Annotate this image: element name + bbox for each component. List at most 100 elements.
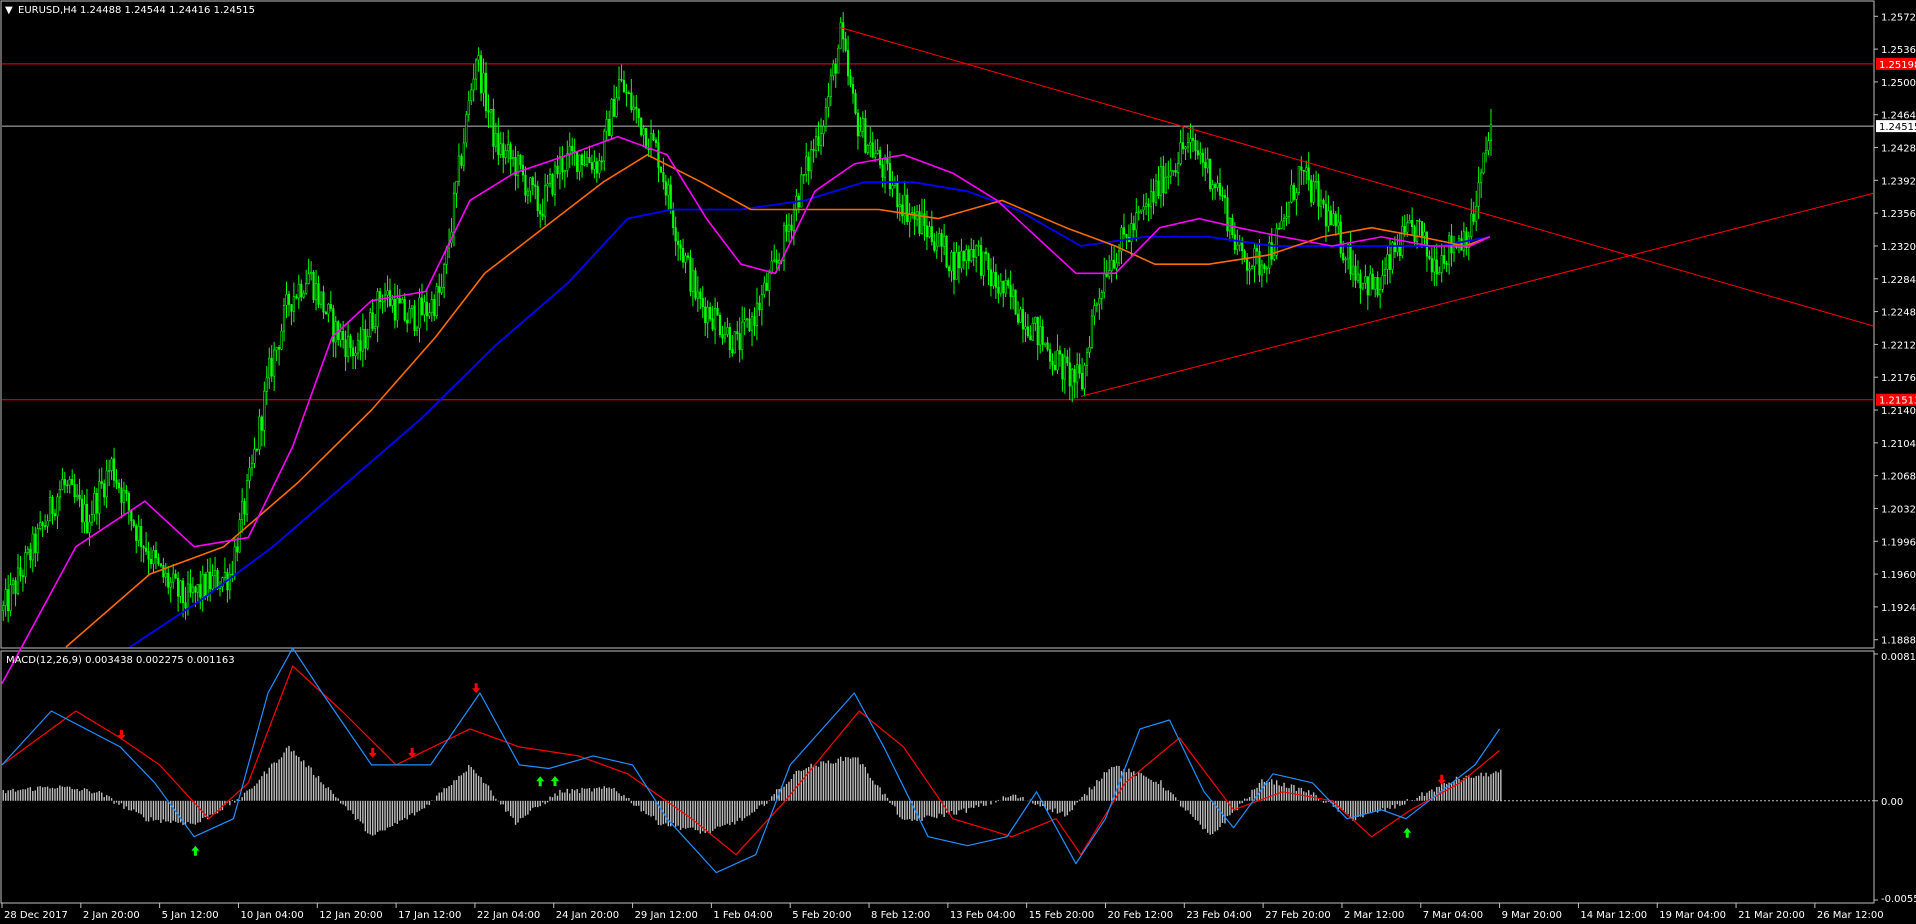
candle-body: [420, 297, 424, 315]
candle-body: [1174, 170, 1177, 173]
candle-body: [1317, 180, 1320, 207]
candle-body: [824, 107, 828, 127]
candle-body: [1066, 356, 1069, 364]
candle-body: [1428, 255, 1431, 259]
candle-body: [236, 546, 239, 553]
candle-body: [1263, 264, 1266, 270]
candle-body: [576, 150, 579, 172]
candle-body: [255, 448, 259, 451]
candle-body: [1477, 182, 1480, 207]
candle-body: [334, 321, 337, 343]
candle-body: [938, 233, 941, 247]
candle-body: [41, 522, 44, 526]
candle-body: [672, 209, 675, 228]
candle-body: [1095, 303, 1098, 306]
candle-body: [640, 117, 643, 136]
candle-body: [329, 304, 332, 309]
candle-body: [1292, 184, 1296, 200]
candle-body: [750, 316, 754, 331]
candle-body: [1369, 273, 1372, 296]
candle-body: [1342, 252, 1345, 261]
candle-body: [561, 156, 564, 173]
candle-body: [1189, 138, 1192, 143]
candle-body: [90, 514, 94, 523]
candle-body: [127, 493, 130, 511]
candle-body: [403, 299, 406, 321]
candle-body: [612, 99, 616, 117]
candle-body: [829, 75, 832, 97]
candle-body: [711, 318, 714, 330]
candle-body: [504, 150, 507, 158]
candle-body: [479, 55, 483, 94]
candle-body: [709, 306, 712, 320]
candle-body: [1322, 199, 1325, 205]
candle-body: [805, 156, 808, 175]
candle-body: [125, 489, 128, 494]
candle-body: [140, 526, 143, 547]
candle-body: [46, 520, 49, 527]
candle-body: [361, 328, 364, 352]
candle-body: [635, 106, 638, 110]
candle-body: [933, 241, 936, 251]
candle-body: [492, 109, 495, 147]
candle-body: [273, 349, 276, 377]
candle-body: [1218, 183, 1222, 196]
candle-body: [869, 142, 872, 146]
candle-body: [497, 133, 500, 155]
candle-body: [213, 570, 217, 577]
candle-body: [760, 294, 763, 311]
candle-body: [1223, 195, 1227, 198]
candle-body: [1058, 350, 1062, 355]
candle-body: [73, 484, 76, 498]
candle-body: [654, 139, 658, 144]
candle-body: [659, 166, 662, 173]
candle-body: [1327, 210, 1330, 227]
candle-body: [814, 136, 818, 151]
candle-body: [440, 287, 443, 293]
candle-body: [112, 458, 116, 481]
candle-body: [130, 509, 133, 522]
price-axis-label: 1.21400: [1881, 406, 1916, 417]
candle-body: [1260, 264, 1264, 276]
candle-body: [172, 573, 175, 583]
candle-body: [583, 163, 586, 166]
chart-menu-arrow[interactable]: ▼: [5, 5, 13, 16]
chart-background: [0, 0, 1916, 924]
candle-body: [807, 156, 810, 172]
candle-body: [223, 572, 227, 578]
candle-body: [1470, 213, 1473, 237]
candle-body: [541, 213, 544, 217]
current-price-tag-label: 1.24515: [1879, 122, 1916, 133]
candle-body: [1046, 342, 1049, 350]
candle-body: [1181, 142, 1185, 150]
candle-body: [664, 181, 667, 196]
candle-body: [1406, 222, 1409, 233]
candle-body: [438, 286, 441, 293]
candle-body: [117, 482, 121, 489]
candle-body: [26, 548, 29, 553]
candle-body: [1448, 235, 1451, 265]
candle-body: [859, 130, 862, 137]
candle-body: [800, 174, 803, 208]
candle-body: [758, 302, 761, 311]
candle-body: [1019, 309, 1022, 323]
candle-body: [258, 416, 261, 450]
trading-chart[interactable]: 1.25720 1.25360 1.25000 1.24640 1.24280 1.239…: [0, 0, 1916, 924]
candle-body: [526, 190, 529, 196]
candle-body: [1484, 150, 1488, 154]
candle-body: [603, 130, 606, 162]
candle-body: [977, 245, 980, 247]
candle-body: [1167, 175, 1170, 178]
candle-body: [1196, 150, 1199, 156]
candle-body: [617, 78, 621, 99]
candle-body: [743, 319, 746, 323]
macd-indicator-label: MACD(12,26,9) 0.003438 0.002275 0.001163: [6, 655, 235, 666]
candle-body: [694, 270, 697, 299]
candle-body: [300, 283, 303, 298]
candle-body: [642, 128, 645, 136]
candle-body: [1443, 255, 1446, 264]
candle-body: [364, 328, 367, 349]
candle-body: [51, 496, 54, 514]
candle-body: [982, 251, 985, 276]
candle-body: [418, 297, 421, 329]
